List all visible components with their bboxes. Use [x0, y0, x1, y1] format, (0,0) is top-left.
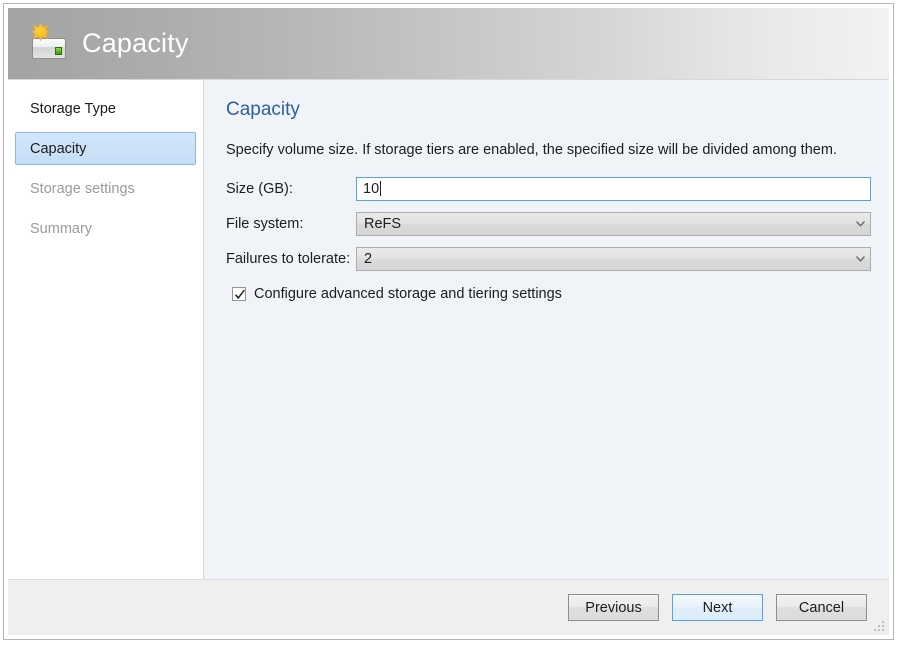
sidebar-item-capacity[interactable]: Capacity: [15, 132, 196, 165]
file-system-label: File system:: [226, 216, 356, 232]
capacity-form: Size (GB): 10 File system: ReFS F: [226, 177, 871, 302]
sidebar-item-label: Storage Type: [30, 101, 116, 117]
page-description: Specify volume size. If storage tiers ar…: [226, 142, 871, 158]
sidebar-item-label: Capacity: [30, 141, 86, 157]
advanced-settings-checkbox-label: Configure advanced storage and tiering s…: [254, 286, 562, 302]
sidebar-item-storage-type[interactable]: Storage Type: [15, 92, 196, 125]
resize-grip-icon[interactable]: [873, 620, 886, 633]
main-content-panel: Capacity Specify volume size. If storage…: [204, 80, 889, 579]
page-title: Capacity: [226, 99, 871, 121]
file-system-select[interactable]: ReFS: [356, 212, 871, 236]
sidebar-item-label: Summary: [30, 221, 92, 237]
size-label: Size (GB):: [226, 181, 356, 197]
check-icon: [234, 289, 246, 301]
window-title: Capacity: [82, 30, 189, 57]
sidebar-item-label: Storage settings: [30, 181, 135, 197]
sidebar-item-storage-settings[interactable]: Storage settings: [15, 172, 196, 205]
window-body: Storage Type Capacity Storage settings S…: [8, 79, 889, 579]
previous-button[interactable]: Previous: [568, 594, 659, 621]
disk-body-shape: [32, 38, 66, 59]
disk-led-shape: [55, 47, 62, 55]
advanced-settings-checkbox-row[interactable]: Configure advanced storage and tiering s…: [226, 286, 871, 302]
failures-to-tolerate-value: 2: [364, 251, 372, 267]
cancel-button[interactable]: Cancel: [776, 594, 867, 621]
form-row-file-system: File system: ReFS: [226, 212, 871, 236]
window-title-bar: Capacity: [8, 8, 889, 79]
sidebar-item-summary[interactable]: Summary: [15, 212, 196, 245]
wizard-footer: Previous Next Cancel: [8, 579, 889, 635]
wizard-window: Capacity Storage Type Capacity Storage s…: [3, 3, 894, 640]
chevron-down-icon: [850, 248, 870, 270]
advanced-settings-checkbox[interactable]: [232, 287, 246, 301]
form-row-size: Size (GB): 10: [226, 177, 871, 201]
sidebar-spacer: [8, 205, 203, 212]
text-caret: [380, 181, 381, 196]
next-button[interactable]: Next: [672, 594, 763, 621]
failures-to-tolerate-select[interactable]: 2: [356, 247, 871, 271]
failures-to-tolerate-label: Failures to tolerate:: [226, 251, 356, 267]
file-system-value: ReFS: [364, 216, 401, 232]
chevron-down-icon: [850, 213, 870, 235]
sidebar-spacer: [8, 165, 203, 172]
form-row-failures-to-tolerate: Failures to tolerate: 2: [226, 247, 871, 271]
size-input-value: 10: [363, 181, 379, 197]
disk-with-sparkle-icon: [24, 22, 70, 66]
sidebar-spacer: [8, 125, 203, 132]
size-input[interactable]: 10: [356, 177, 871, 201]
wizard-step-sidebar: Storage Type Capacity Storage settings S…: [8, 80, 204, 579]
